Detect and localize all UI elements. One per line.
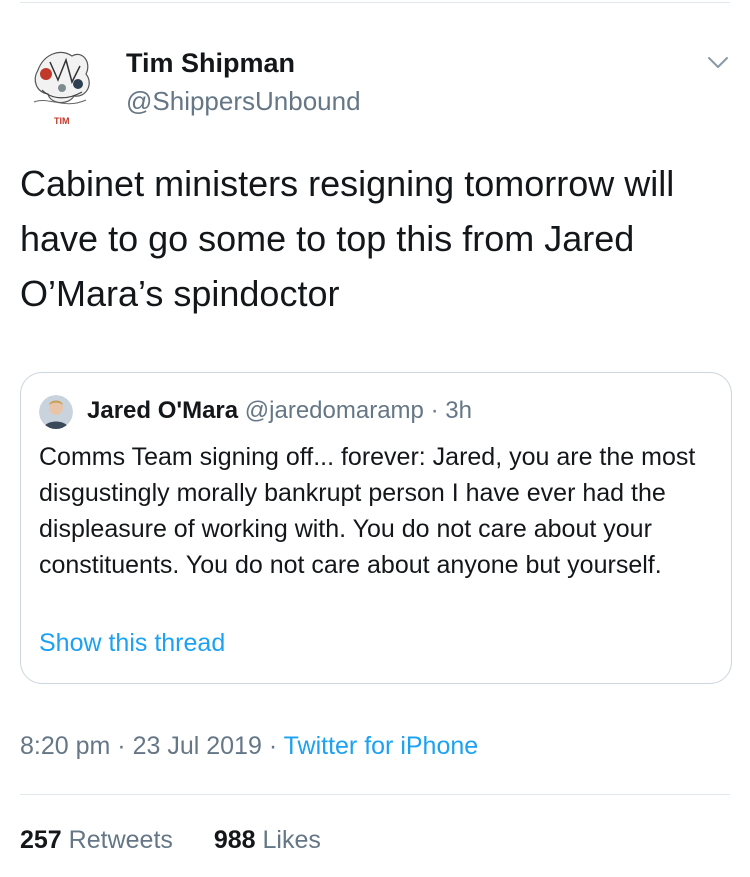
quoted-author-handle[interactable]: @jaredomaramp <box>245 397 424 424</box>
chevron-down-icon[interactable] <box>706 50 730 74</box>
author-handle[interactable]: @ShippersUnbound <box>126 86 361 117</box>
avatar-caption: TIM <box>54 116 70 126</box>
author-name[interactable]: Tim Shipman <box>126 48 295 79</box>
tweet-date: 23 Jul 2019 <box>132 732 262 760</box>
retweets-count: 257 <box>20 826 62 854</box>
quoted-separator: · <box>430 397 439 424</box>
avatar-illustration: TIM <box>33 51 90 126</box>
top-divider <box>20 2 730 3</box>
author-avatar[interactable]: TIM <box>20 40 108 128</box>
likes-stat[interactable]: 988 Likes <box>214 826 321 855</box>
tweet-header: TIM Tim Shipman @ShippersUnbound <box>20 40 730 130</box>
quoted-author-avatar[interactable] <box>39 395 73 429</box>
quoted-tweet[interactable]: Jared O'Mara @jaredomaramp · 3h Comms Te… <box>20 372 732 684</box>
likes-label: Likes <box>262 826 321 854</box>
stats-divider <box>20 794 730 795</box>
tweet-stats: 257 Retweets 988 Likes <box>20 826 355 855</box>
meta-separator-1: · <box>117 732 126 760</box>
quoted-age: 3h <box>445 397 472 424</box>
retweets-stat[interactable]: 257 Retweets <box>20 826 173 855</box>
tweet-source-link[interactable]: Twitter for iPhone <box>284 732 479 760</box>
meta-separator-2: · <box>268 732 278 760</box>
quoted-header: Jared O'Mara @jaredomaramp · 3h <box>87 397 472 425</box>
tweet-text: Cabinet ministers resigning tomorrow wil… <box>20 163 675 314</box>
likes-count: 988 <box>213 826 256 854</box>
retweets-label: Retweets <box>68 826 173 854</box>
tweet-time: 8:20 pm <box>20 732 111 760</box>
show-thread-link[interactable]: Show this thread <box>39 629 225 658</box>
quoted-author-name[interactable]: Jared O'Mara <box>87 397 238 424</box>
tweet-meta: 8:20 pm · 23 Jul 2019 · Twitter for iPho… <box>20 732 478 761</box>
quoted-text: Comms Team signing off... forever: Jared… <box>39 443 696 579</box>
